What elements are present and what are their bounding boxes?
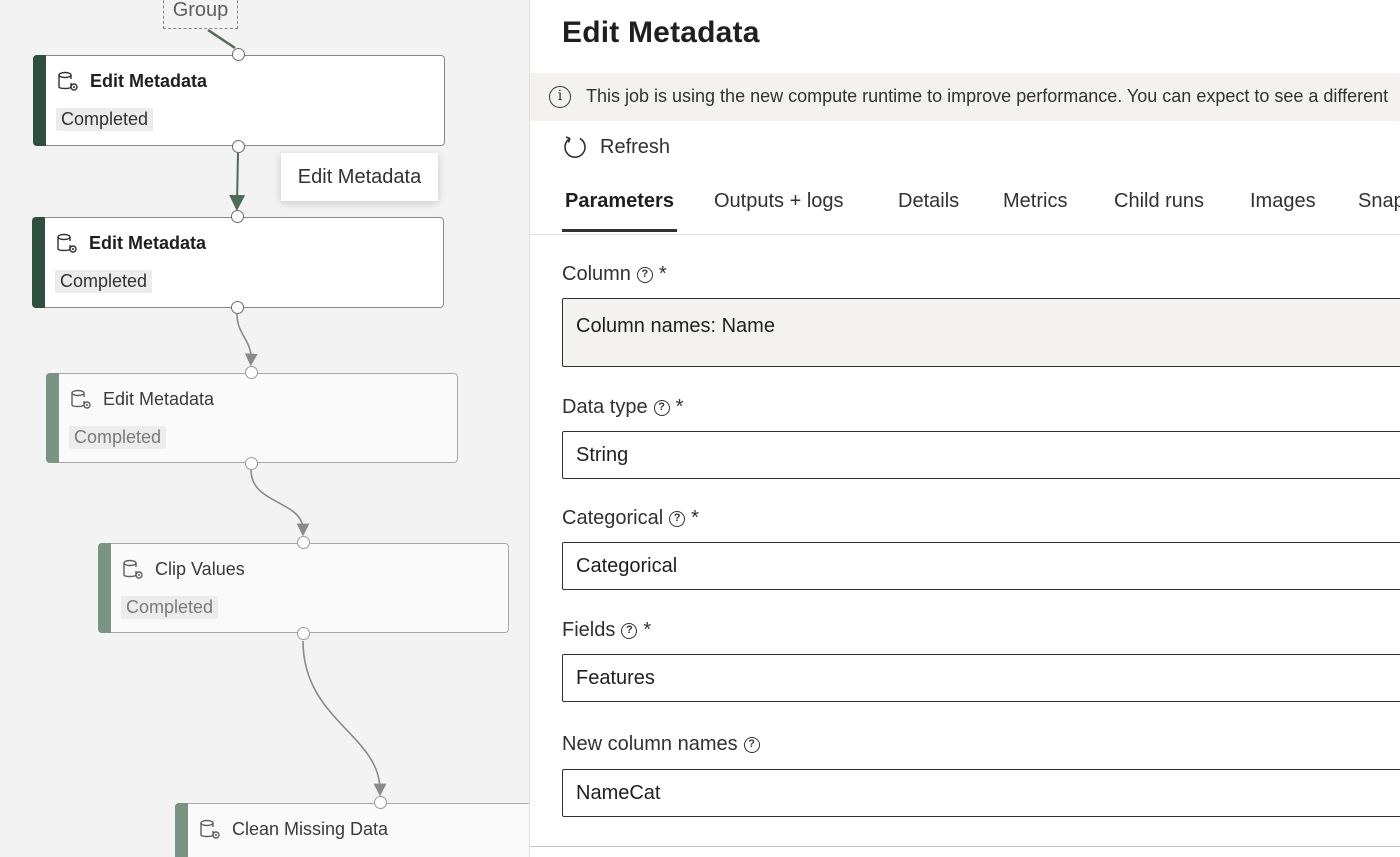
- refresh-icon: [564, 136, 586, 158]
- database-gear-icon: [57, 233, 77, 253]
- node-status-badge: Completed: [69, 426, 167, 449]
- info-icon: i: [549, 86, 571, 108]
- tab-images[interactable]: Images: [1250, 178, 1316, 232]
- group-container[interactable]: Group: [163, 0, 238, 29]
- fields-field-value: Features: [576, 666, 655, 689]
- required-marker: *: [675, 396, 684, 418]
- column-field-label: Column ? *: [562, 263, 667, 286]
- node3-input-port[interactable]: [245, 366, 258, 379]
- info-banner: i This job is using the new compute runt…: [530, 73, 1400, 121]
- node-title: Edit Metadata: [103, 389, 215, 409]
- node-status-badge: Completed: [121, 596, 219, 619]
- data-type-field-value: String: [576, 443, 629, 466]
- fields-label-text: Fields: [562, 619, 616, 641]
- tab-parameters[interactable]: Parameters: [562, 178, 677, 232]
- refresh-label: Refresh: [600, 135, 671, 158]
- pipeline-node-clip-values[interactable]: Clip Values Completed: [98, 543, 509, 633]
- tab-metrics[interactable]: Metrics: [1003, 178, 1067, 232]
- new-column-names-field-label: New column names ?: [562, 733, 760, 756]
- tab-outputs-logs[interactable]: Outputs + logs: [714, 178, 844, 232]
- data-type-field[interactable]: String: [562, 431, 1400, 479]
- pipeline-node-edit-metadata-1[interactable]: Edit Metadata Completed: [33, 55, 445, 146]
- panel-divider: [530, 846, 1400, 847]
- node-tooltip: Edit Metadata: [281, 153, 438, 201]
- database-gear-icon: [200, 819, 220, 839]
- help-icon[interactable]: ?: [636, 266, 653, 283]
- column-label-text: Column: [562, 263, 631, 285]
- edge-node2-to-node3: [236, 313, 258, 367]
- pipeline-node-edit-metadata-3[interactable]: Edit Metadata Completed: [46, 373, 458, 463]
- panel-title: Edit Metadata: [562, 16, 760, 49]
- help-icon[interactable]: ?: [653, 399, 670, 416]
- new-column-names-field-value: NameCat: [576, 781, 661, 804]
- new-column-names-label-text: New column names: [562, 733, 738, 755]
- fields-field-label: Fields ? *: [562, 619, 651, 642]
- edge-node1-to-node2: [229, 152, 246, 211]
- node1-output-port[interactable]: [232, 140, 245, 153]
- fields-field[interactable]: Features: [562, 654, 1400, 702]
- node1-input-port[interactable]: [232, 48, 245, 61]
- categorical-label-text: Categorical: [562, 507, 664, 529]
- column-field[interactable]: Column names: Name: [562, 298, 1400, 367]
- group-label: Group: [172, 0, 229, 21]
- new-column-names-field[interactable]: NameCat: [562, 769, 1400, 817]
- data-type-label-text: Data type: [562, 396, 648, 418]
- node-title: Edit Metadata: [89, 233, 207, 253]
- edge-node3-to-node4: [250, 469, 310, 537]
- node-title: Clean Missing Data: [232, 819, 389, 839]
- node2-output-port[interactable]: [231, 301, 244, 314]
- required-marker: *: [658, 263, 667, 285]
- edge-node4-to-node5: [302, 640, 387, 797]
- details-panel: Edit Metadata i This job is using the ne…: [529, 0, 1400, 857]
- data-type-field-label: Data type ? *: [562, 396, 683, 419]
- tab-details[interactable]: Details: [898, 178, 959, 232]
- tab-divider: [530, 234, 1400, 235]
- pipeline-canvas[interactable]: Group Edit Metadata Completed Edit Metad…: [0, 0, 529, 857]
- required-marker: *: [643, 619, 652, 641]
- pipeline-node-clean-missing-data[interactable]: Clean Missing Data: [175, 803, 529, 857]
- info-banner-text: This job is using the new compute runtim…: [586, 86, 1389, 106]
- node4-input-port[interactable]: [297, 536, 310, 549]
- node-title: Edit Metadata: [90, 71, 208, 91]
- node4-output-port[interactable]: [297, 627, 310, 640]
- node-status-badge: Completed: [55, 270, 153, 293]
- categorical-field[interactable]: Categorical: [562, 542, 1400, 590]
- node5-input-port[interactable]: [374, 796, 387, 809]
- required-marker: *: [691, 507, 699, 529]
- database-gear-icon: [123, 559, 143, 579]
- help-icon[interactable]: ?: [743, 736, 760, 753]
- node-status-badge: Completed: [56, 108, 154, 131]
- help-icon[interactable]: ?: [669, 510, 686, 527]
- node3-output-port[interactable]: [245, 457, 258, 470]
- pipeline-node-edit-metadata-2[interactable]: Edit Metadata Completed: [32, 217, 444, 308]
- database-gear-icon: [58, 71, 78, 91]
- help-icon[interactable]: ?: [621, 622, 638, 639]
- edge-group-to-node1: [207, 28, 236, 50]
- node2-input-port[interactable]: [231, 210, 244, 223]
- node-title: Clip Values: [155, 559, 245, 579]
- column-field-value: Column names: Name: [576, 315, 775, 337]
- tab-child-runs[interactable]: Child runs: [1114, 178, 1204, 232]
- database-gear-icon: [71, 389, 91, 409]
- tab-snapshot[interactable]: Snap: [1358, 178, 1400, 232]
- refresh-button[interactable]: Refresh: [562, 132, 670, 162]
- categorical-field-value: Categorical: [576, 554, 678, 577]
- categorical-field-label: Categorical ? *: [562, 507, 699, 530]
